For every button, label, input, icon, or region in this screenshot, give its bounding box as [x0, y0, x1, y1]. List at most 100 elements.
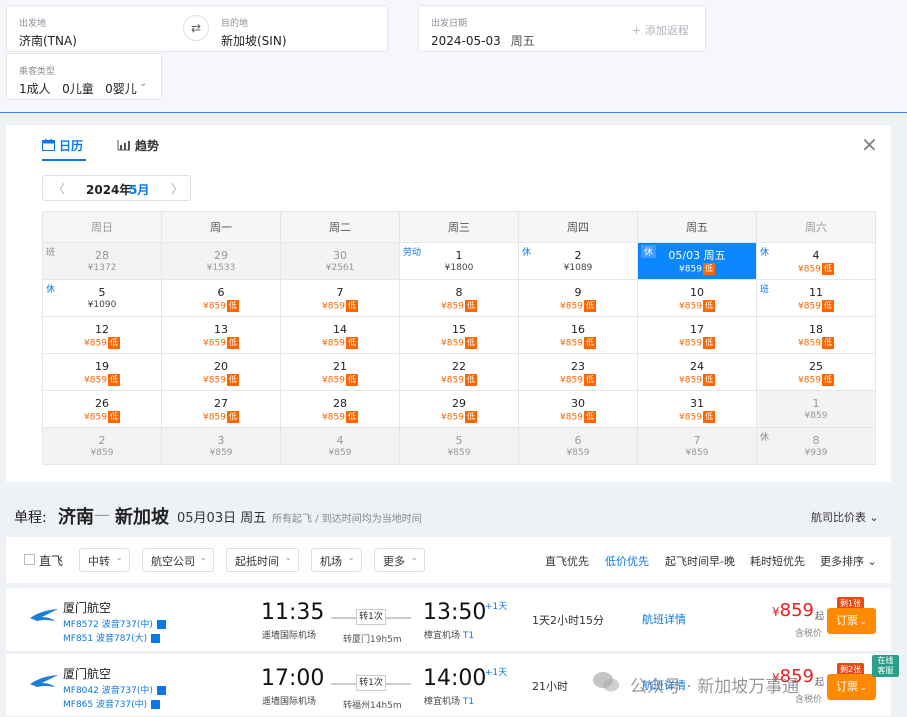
calendar-day[interactable]: 7 ¥859 低: [280, 279, 400, 317]
calendar-day[interactable]: 劳动 1 ¥1800: [399, 242, 519, 280]
swap-icon[interactable]: ⇄: [183, 15, 209, 41]
calendar-day[interactable]: 25 ¥859 低: [756, 353, 876, 391]
calendar-icon: [42, 139, 55, 151]
prev-month-icon[interactable]: 〈: [53, 180, 65, 197]
transfer-dropdown[interactable]: 中转 ⌄: [79, 548, 130, 572]
calendar-day[interactable]: 班 11 ¥859 低: [756, 279, 876, 317]
airport-dropdown[interactable]: 机场 ⌄: [311, 548, 362, 572]
share-icon: [156, 686, 166, 695]
calendar-day[interactable]: 24 ¥859 低: [637, 353, 757, 391]
calendar-day[interactable]: 30 ¥859 低: [518, 390, 638, 428]
lowest-price-badge: 低: [464, 374, 477, 386]
flight-number[interactable]: MF865 波音737(中): [63, 697, 161, 710]
calendar-day[interactable]: 休 4 ¥859 低: [756, 242, 876, 280]
calendar-day[interactable]: 4 ¥859: [280, 427, 400, 465]
calendar-day[interactable]: 13 ¥859 低: [161, 316, 281, 354]
calendar-day[interactable]: 16 ¥859 低: [518, 316, 638, 354]
calendar-day[interactable]: 1 ¥859: [756, 390, 876, 428]
calendar-day[interactable]: 3 ¥859: [161, 427, 281, 465]
day-price-value: ¥859: [441, 412, 464, 423]
airline-dropdown[interactable]: 航空公司 ⌄: [142, 548, 214, 572]
departure-airport: 遥墙国际机场: [262, 697, 317, 707]
next-month-icon[interactable]: 〉: [171, 180, 183, 197]
calendar-day[interactable]: 班 28 ¥1372: [42, 242, 162, 280]
tab-calendar[interactable]: 日历: [42, 137, 83, 154]
more-dropdown[interactable]: 更多 ⌄: [374, 548, 425, 572]
lowest-price-badge: 低: [702, 337, 715, 349]
arrival-airport: 樟宜机场 T1: [424, 631, 475, 641]
calendar-day[interactable]: 27 ¥859 低: [161, 390, 281, 428]
day-price: ¥859 低: [757, 337, 875, 350]
close-icon[interactable]: ✕: [861, 133, 878, 157]
calendar-day[interactable]: 12 ¥859 低: [42, 316, 162, 354]
sort-shortest[interactable]: 耗时短优先: [750, 553, 805, 569]
day-price: ¥859 低: [281, 411, 399, 424]
calendar-day[interactable]: 休 2 ¥1089: [518, 242, 638, 280]
calendar-day[interactable]: 20 ¥859 低: [161, 353, 281, 391]
calendar-day[interactable]: 29 ¥859 低: [399, 390, 519, 428]
calendar-day[interactable]: 2 ¥859: [42, 427, 162, 465]
from-value[interactable]: 济南(TNA): [19, 32, 77, 49]
chevron-down-icon[interactable]: ⌄: [139, 78, 147, 89]
time-dropdown[interactable]: 起抵时间 ⌄: [226, 548, 299, 572]
tab-trend[interactable]: 趋势: [117, 137, 159, 154]
day-price: ¥859: [757, 411, 875, 422]
calendar-day[interactable]: 6 ¥859 低: [161, 279, 281, 317]
flight-duration: 1天2小时15分: [532, 614, 604, 627]
sort-departure-time[interactable]: 起飞时间早-晚: [665, 553, 735, 569]
calendar-day[interactable]: 休 8 ¥939: [756, 427, 876, 465]
sort-direct-first[interactable]: 直飞优先: [545, 553, 589, 569]
add-return-button[interactable]: + 添加返程: [632, 22, 689, 38]
calendar-day[interactable]: 5 ¥859: [399, 427, 519, 465]
calendar-day[interactable]: 21 ¥859 低: [280, 353, 400, 391]
airline-compare-button[interactable]: 航司比价表 ⌄: [811, 509, 879, 525]
to-value[interactable]: 新加坡(SIN): [221, 32, 287, 49]
lowest-price-badge: 低: [702, 411, 715, 423]
calendar-day-selected[interactable]: 休 05/03 周五 ¥859 低: [637, 242, 757, 280]
flight-detail-link[interactable]: 航班详情: [642, 611, 686, 627]
calendar-day[interactable]: 19 ¥859 低: [42, 353, 162, 391]
arrival-time: 14:00: [423, 666, 487, 691]
day-price-value: ¥859: [203, 338, 226, 349]
day-price: ¥859: [281, 448, 399, 459]
passenger-field[interactable]: 乘客类型 1成人 0儿童 0婴儿 ⌄: [6, 53, 162, 100]
calendar-day[interactable]: 22 ¥859 低: [399, 353, 519, 391]
calendar-day[interactable]: 28 ¥859 低: [280, 390, 400, 428]
calendar-day[interactable]: 17 ¥859 低: [637, 316, 757, 354]
chevron-down-icon: ⌄: [199, 553, 207, 563]
book-button[interactable]: 订票 ⌄: [827, 608, 876, 634]
direct-checkbox[interactable]: [24, 554, 35, 565]
day-price-value: ¥859: [798, 301, 821, 312]
flight-number[interactable]: MF8042 波音737(中): [63, 683, 166, 696]
day-price: ¥1090: [43, 300, 161, 311]
chevron-down-icon: ⌄: [347, 553, 355, 563]
day-number: 5: [455, 434, 463, 447]
chevron-down-icon: ⌄: [115, 553, 123, 563]
calendar-day[interactable]: 8 ¥859 低: [399, 279, 519, 317]
calendar-day[interactable]: 15 ¥859 低: [399, 316, 519, 354]
calendar-day[interactable]: 23 ¥859 低: [518, 353, 638, 391]
calendar-day[interactable]: 14 ¥859 低: [280, 316, 400, 354]
calendar-day[interactable]: 30 ¥2561: [280, 242, 400, 280]
flight-number[interactable]: MF8572 波音737(中): [63, 617, 166, 630]
calendar-day[interactable]: 9 ¥859 低: [518, 279, 638, 317]
calendar-day[interactable]: 10 ¥859 低: [637, 279, 757, 317]
calendar-day[interactable]: 29 ¥1533: [161, 242, 281, 280]
flight-row[interactable]: 厦门航空 MF8572 波音737(中) MF851 波音787(大) 11:3…: [6, 588, 891, 652]
holiday-tag: 休: [760, 248, 770, 258]
day-price-value: ¥1090: [87, 300, 117, 310]
transfer-badge: 转1次: [356, 609, 386, 625]
date-value[interactable]: 2024-05-03 周五: [431, 32, 535, 49]
arrival-terminal: T1: [462, 631, 475, 641]
flight-number[interactable]: MF851 波音787(大): [63, 631, 161, 644]
calendar-day[interactable]: 26 ¥859 低: [42, 390, 162, 428]
calendar-day[interactable]: 休 5 ¥1090: [42, 279, 162, 317]
calendar-day[interactable]: 31 ¥859 低: [637, 390, 757, 428]
calendar-day[interactable]: 6 ¥859: [518, 427, 638, 465]
sort-lowest-price[interactable]: 低价优先: [605, 553, 649, 569]
more-sort-button[interactable]: 更多排序 ⌄: [820, 553, 877, 569]
day-price: ¥859 低: [400, 374, 518, 387]
arrival-airport: 樟宜机场 T1: [424, 697, 475, 707]
calendar-day[interactable]: 18 ¥859 低: [756, 316, 876, 354]
calendar-day[interactable]: 7 ¥859: [637, 427, 757, 465]
